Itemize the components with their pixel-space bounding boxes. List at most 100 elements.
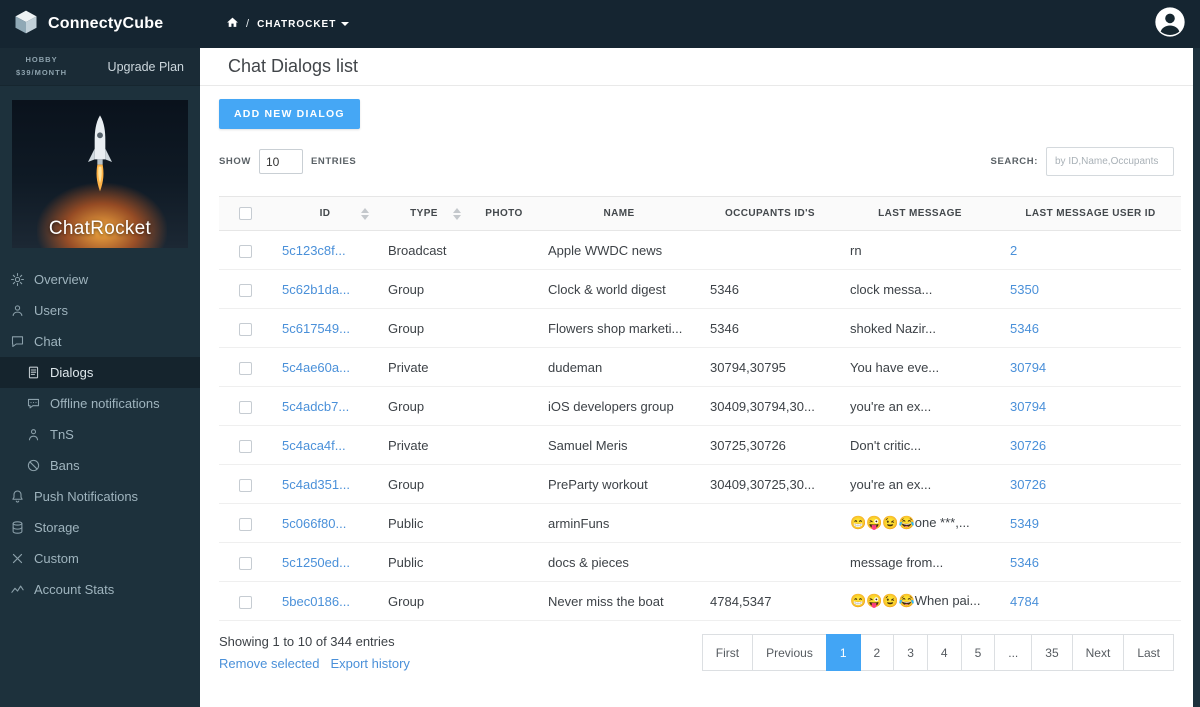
search-input[interactable] <box>1046 147 1174 176</box>
dialog-id-link[interactable]: 5c4adcb7... <box>282 399 349 414</box>
export-history-link[interactable]: Export history <box>330 656 409 671</box>
sidebar-item-bans[interactable]: Bans <box>0 450 200 481</box>
breadcrumb-app-selector[interactable]: CHATROCKET <box>257 18 350 30</box>
dialog-photo-cell <box>470 308 538 348</box>
pagination-item[interactable]: Previous <box>752 634 827 671</box>
dialog-id-link[interactable]: 5c123c8f... <box>282 243 346 258</box>
row-checkbox[interactable] <box>239 556 252 570</box>
breadcrumb-app-name: CHATROCKET <box>257 18 337 30</box>
dialog-occupants-cell: 5346 <box>700 269 840 309</box>
select-all-checkbox[interactable] <box>239 207 252 220</box>
gear-icon <box>11 273 24 286</box>
header-id[interactable]: ID <box>272 196 378 231</box>
dialogs-table: ID TYPE PHOTO NAME OCCUPANTS ID'S LAST M… <box>219 196 1181 621</box>
last-message-user-link[interactable]: 4784 <box>1010 594 1039 609</box>
dialog-id-link[interactable]: 5c4aca4f... <box>282 438 346 453</box>
project-banner[interactable]: ChatRocket <box>12 100 188 248</box>
dialog-id-link[interactable]: 5c62b1da... <box>282 282 350 297</box>
row-checkbox-cell <box>219 347 272 387</box>
row-checkbox[interactable] <box>239 400 252 414</box>
dialog-photo-cell <box>470 230 538 270</box>
show-entries-group: SHOW ENTRIES <box>219 149 356 174</box>
row-checkbox-cell <box>219 425 272 465</box>
last-message-user-link[interactable]: 5346 <box>1010 555 1039 570</box>
dialog-id-link[interactable]: 5c1250ed... <box>282 555 350 570</box>
pagination-item[interactable]: First <box>701 634 754 671</box>
dialog-last-user-cell: 30726 <box>1000 464 1181 504</box>
add-new-dialog-button[interactable]: ADD NEW DIALOG <box>219 99 360 129</box>
brand-header[interactable]: ConnectyCube <box>0 0 200 48</box>
chevron-down-icon <box>341 22 350 26</box>
dialog-last-user-cell: 5346 <box>1000 542 1181 582</box>
dialog-id-link[interactable]: 5c4ae60a... <box>282 360 350 375</box>
pagination-item[interactable]: 4 <box>926 634 962 671</box>
dialog-last-message-cell: clock messa... <box>840 269 1000 309</box>
row-checkbox[interactable] <box>239 439 252 453</box>
last-message-user-link[interactable]: 30726 <box>1010 438 1046 453</box>
sidebar-item-tns[interactable]: TnS <box>0 419 200 450</box>
sidebar-item-chat[interactable]: Chat <box>0 326 200 357</box>
last-message-user-link[interactable]: 30794 <box>1010 360 1046 375</box>
dialog-id-link[interactable]: 5c066f80... <box>282 516 346 531</box>
last-message-user-link[interactable]: 5350 <box>1010 282 1039 297</box>
sidebar-item-storage[interactable]: Storage <box>0 512 200 543</box>
upgrade-plan-link[interactable]: Upgrade Plan <box>108 60 184 74</box>
pagination-item[interactable]: Last <box>1123 634 1174 671</box>
row-checkbox[interactable] <box>239 322 252 336</box>
sidebar-item-push-notifications[interactable]: Push Notifications <box>0 481 200 512</box>
row-checkbox[interactable] <box>239 478 252 492</box>
dialog-id-link[interactable]: 5bec0186... <box>282 594 350 609</box>
pagination-item[interactable]: 3 <box>893 634 928 671</box>
search-group: SEARCH: <box>991 147 1174 176</box>
dialog-last-user-cell: 30794 <box>1000 386 1181 426</box>
dialog-name-cell: arminFuns <box>538 503 700 543</box>
dialog-last-message-cell: You have eve... <box>840 347 1000 387</box>
table-row: 5bec0186... Group Never miss the boat 47… <box>219 581 1181 621</box>
last-message-user-link[interactable]: 30726 <box>1010 477 1046 492</box>
dialog-occupants-cell <box>700 542 840 582</box>
dialog-photo-cell <box>470 503 538 543</box>
pagination-item[interactable]: ... <box>994 634 1033 671</box>
dialog-id-cell: 5c4ae60a... <box>272 347 378 387</box>
dialog-type-cell: Private <box>378 347 470 387</box>
last-message-user-link[interactable]: 30794 <box>1010 399 1046 414</box>
pagination-item[interactable]: 1 <box>825 634 861 671</box>
last-message-user-link[interactable]: 5346 <box>1010 321 1039 336</box>
row-checkbox[interactable] <box>239 595 252 609</box>
pagination-item[interactable]: 5 <box>960 634 996 671</box>
pagination-item[interactable]: 35 <box>1031 634 1073 671</box>
sidebar-item-account-stats[interactable]: Account Stats <box>0 574 200 605</box>
last-message-user-link[interactable]: 5349 <box>1010 516 1039 531</box>
table-footer: Showing 1 to 10 of 344 entries Remove se… <box>219 634 1174 671</box>
dialog-type-cell: Broadcast <box>378 230 470 270</box>
sidebar-item-offline-notifications[interactable]: Offline notifications <box>0 388 200 419</box>
row-checkbox[interactable] <box>239 283 252 297</box>
sidebar-item-dialogs[interactable]: Dialogs <box>0 357 200 388</box>
dialog-last-message-cell: message from... <box>840 542 1000 582</box>
dialog-photo-cell <box>470 347 538 387</box>
last-message-user-link[interactable]: 2 <box>1010 243 1017 258</box>
remove-selected-link[interactable]: Remove selected <box>219 656 319 671</box>
sidebar: ConnectyCube HOBBY $39/MONTH Upgrade Pla… <box>0 0 200 707</box>
home-icon[interactable] <box>226 16 239 32</box>
sidebar-item-label: Chat <box>34 334 62 349</box>
show-entries-input[interactable] <box>258 149 303 174</box>
header-type[interactable]: TYPE <box>378 196 470 231</box>
dialog-id-link[interactable]: 5c617549... <box>282 321 350 336</box>
row-checkbox[interactable] <box>239 361 252 375</box>
pagination-item[interactable]: Next <box>1071 634 1125 671</box>
dialog-name-cell: Flowers shop marketi... <box>538 308 700 348</box>
table-row: 5c617549... Group Flowers shop marketi..… <box>219 308 1181 348</box>
dialog-type-cell: Group <box>378 386 470 426</box>
sidebar-item-custom[interactable]: Custom <box>0 543 200 574</box>
dialog-id-cell: 5c4aca4f... <box>272 425 378 465</box>
row-checkbox[interactable] <box>239 517 252 531</box>
dialog-id-link[interactable]: 5c4ad351... <box>282 477 350 492</box>
sidebar-item-users[interactable]: Users <box>0 295 200 326</box>
account-avatar[interactable] <box>1154 6 1186 43</box>
row-checkbox[interactable] <box>239 244 252 258</box>
pagination-item[interactable]: 2 <box>859 634 895 671</box>
sidebar-item-overview[interactable]: Overview <box>0 264 200 295</box>
sidebar-item-label: TnS <box>50 427 74 442</box>
sidebar-item-label: Custom <box>34 551 79 566</box>
